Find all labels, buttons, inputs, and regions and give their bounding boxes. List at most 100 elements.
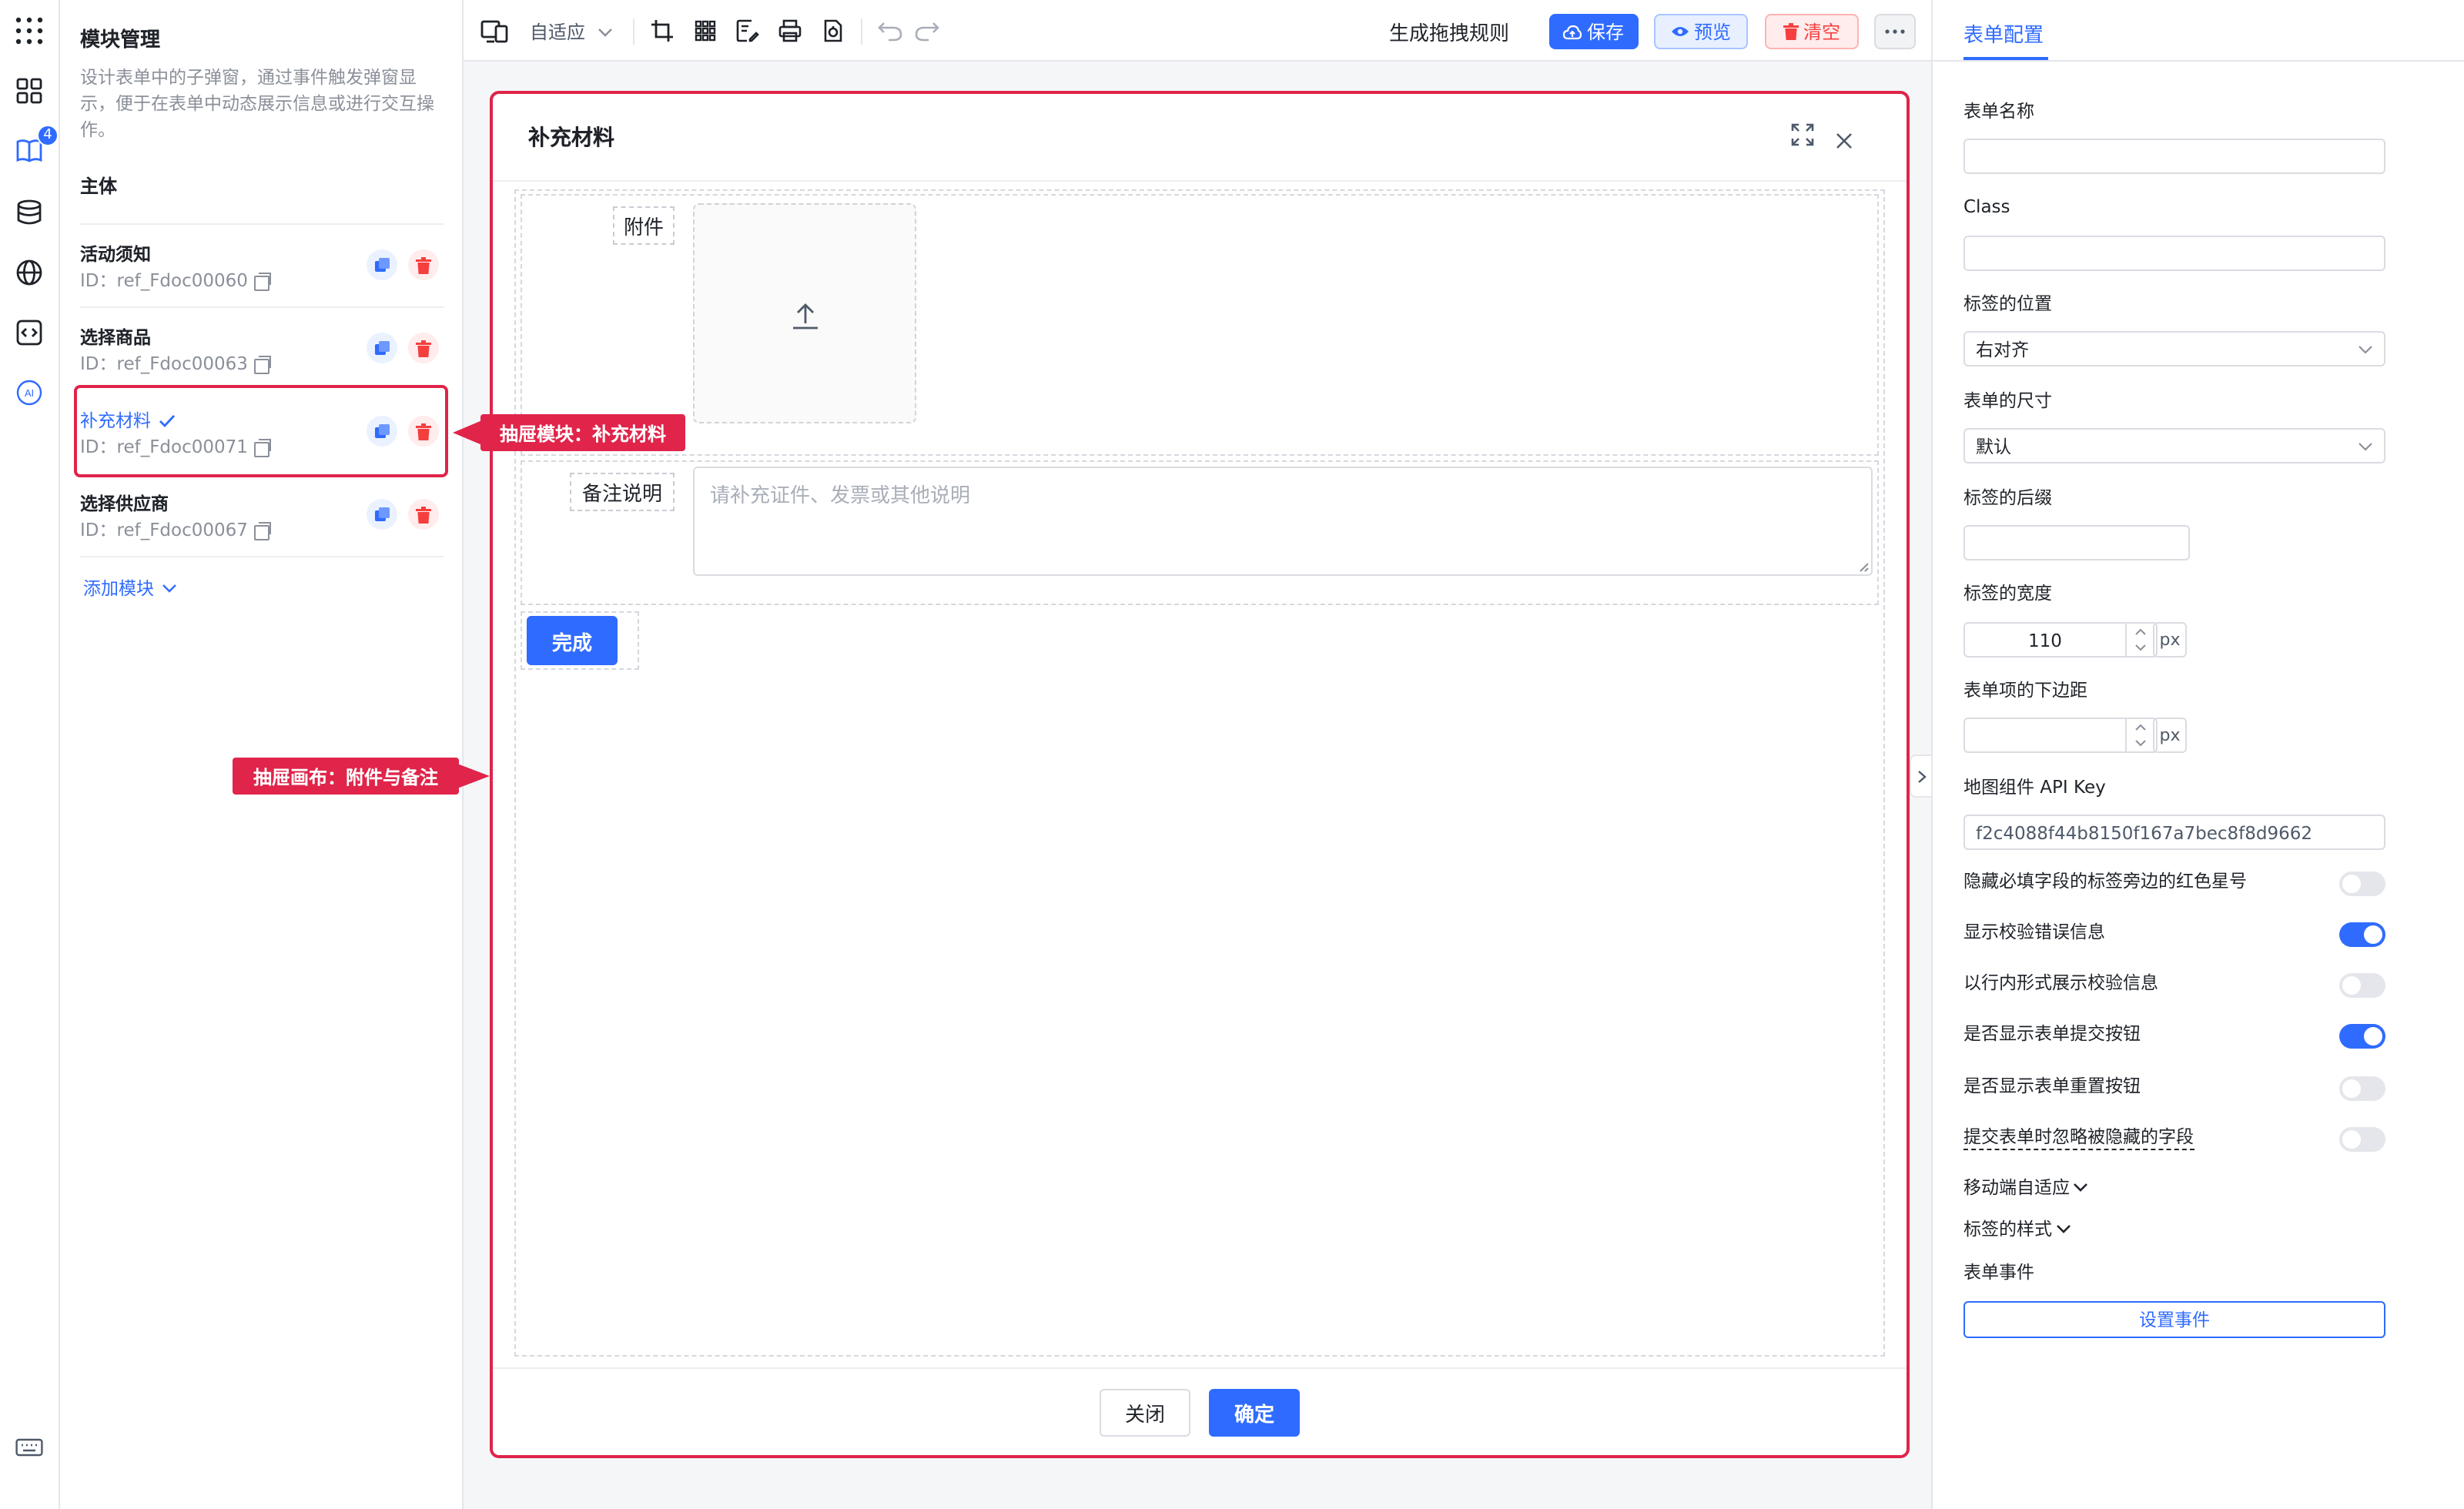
trash-icon xyxy=(416,340,431,356)
form-name-label: 表单名称 xyxy=(1964,100,2034,122)
preview-button[interactable]: 预览 xyxy=(1654,14,1748,49)
copy-icon[interactable] xyxy=(253,438,271,457)
canvas-callout: 抽屉画布：附件与备注 xyxy=(233,758,459,795)
label-width-label: 标签的宽度 xyxy=(1964,582,2052,604)
form-name-input[interactable] xyxy=(1964,139,2385,174)
module-panel-title: 模块管理 xyxy=(80,29,161,52)
duplicate-module-button[interactable] xyxy=(367,333,397,363)
database-icon[interactable] xyxy=(14,197,45,228)
label-position-label: 标签的位置 xyxy=(1964,293,2052,314)
delete-module-button[interactable] xyxy=(408,416,439,447)
divider xyxy=(80,306,444,308)
module-item-name[interactable]: 选择供应商 xyxy=(80,491,169,516)
form-events-label: 表单事件 xyxy=(1964,1261,2034,1283)
show-validation-error-switch[interactable] xyxy=(2339,922,2385,947)
unit-px: px xyxy=(2153,622,2187,657)
label-suffix-label: 标签的后缀 xyxy=(1964,487,2052,508)
trash-icon xyxy=(416,256,431,273)
form-size-select[interactable]: 默认 xyxy=(1964,428,2385,463)
undo-icon[interactable] xyxy=(876,17,904,45)
delete-module-button[interactable] xyxy=(408,499,439,530)
module-item-id: ID：ref_Fdoc00063 xyxy=(80,351,271,376)
show-reset-button-switch[interactable] xyxy=(2339,1076,2385,1101)
panel-collapse-handle[interactable] xyxy=(1910,754,1931,798)
duplicate-icon xyxy=(374,340,389,354)
toolbar-divider xyxy=(633,18,634,45)
save-button[interactable]: 保存 xyxy=(1549,14,1639,49)
label-width-stepper[interactable]: 110 xyxy=(1964,622,2158,657)
mobile-adaptive-toggle[interactable]: 移动端自适应 xyxy=(1964,1175,2088,1200)
item-margin-stepper[interactable] xyxy=(1964,718,2158,753)
switch-label: 隐藏必填字段的标签旁边的红色星号 xyxy=(1964,870,2247,892)
stepper-arrows[interactable] xyxy=(2125,719,2156,751)
form-size-label: 表单的尺寸 xyxy=(1964,390,2052,411)
label-style-toggle[interactable]: 标签的样式 xyxy=(1964,1216,2071,1241)
chevron-down-icon xyxy=(162,584,176,593)
chevron-down-icon xyxy=(2074,1183,2087,1192)
set-events-button[interactable]: 设置事件 xyxy=(1964,1301,2385,1338)
keyboard-icon[interactable] xyxy=(14,1432,45,1463)
generate-drag-rules-button[interactable]: 生成拖拽规则 xyxy=(1389,17,1509,46)
edit-document-icon[interactable] xyxy=(733,17,761,45)
device-icon[interactable] xyxy=(480,17,508,45)
map-api-key-label: 地图组件 API Key xyxy=(1964,776,2106,798)
show-submit-button-switch[interactable] xyxy=(2339,1024,2385,1049)
tab-form-config[interactable]: 表单配置 xyxy=(1964,18,2044,48)
notification-badge: 4 xyxy=(37,125,59,146)
chevron-up-icon xyxy=(2135,724,2146,731)
trash-icon xyxy=(416,423,431,440)
code-icon[interactable] xyxy=(14,317,45,348)
add-module-button[interactable]: 添加模块 xyxy=(83,576,177,601)
label-position-select[interactable]: 右对齐 xyxy=(1964,331,2385,366)
map-api-key-input[interactable]: f2c4088f44b8150f167a7bec8f8d9662 xyxy=(1964,815,2385,850)
device-mode-select[interactable]: 自适应 xyxy=(530,18,613,45)
delete-module-button[interactable] xyxy=(408,249,439,280)
duplicate-icon xyxy=(374,507,389,520)
redo-icon[interactable] xyxy=(913,17,941,45)
copy-icon[interactable] xyxy=(253,355,271,373)
inline-validation-switch[interactable] xyxy=(2339,973,2385,998)
module-item-name[interactable]: 活动须知 xyxy=(80,242,151,266)
callout-arrow-icon xyxy=(457,764,490,788)
callout-arrow-icon xyxy=(453,420,482,445)
copy-icon[interactable] xyxy=(253,521,271,540)
ignore-hidden-fields-switch[interactable] xyxy=(2339,1127,2385,1152)
icon-rail: 4 AI xyxy=(0,0,60,1509)
item-margin-label: 表单项的下边距 xyxy=(1964,679,2087,701)
module-item-name[interactable]: 选择商品 xyxy=(80,325,151,350)
export-document-icon[interactable] xyxy=(819,17,847,45)
cloud-upload-icon xyxy=(1563,24,1582,39)
more-icon xyxy=(1885,29,1905,34)
module-item-id: ID：ref_Fdoc00067 xyxy=(80,517,271,542)
switch-label: 以行内形式展示校验信息 xyxy=(1964,972,2158,993)
chevron-up-icon xyxy=(2135,628,2146,635)
duplicate-icon xyxy=(374,257,389,271)
globe-icon[interactable] xyxy=(14,257,45,288)
toolbar: 自适应 生成拖拽规则 保存 预览 清空 xyxy=(464,0,1931,62)
label-suffix-input[interactable] xyxy=(1964,525,2190,560)
stepper-arrows[interactable] xyxy=(2125,624,2156,656)
crop-frame-icon[interactable] xyxy=(648,17,676,45)
hide-required-asterisk-switch[interactable] xyxy=(2339,872,2385,896)
class-input[interactable] xyxy=(1964,236,2385,271)
grid-layout-icon[interactable] xyxy=(691,17,719,45)
label-width-value: 110 xyxy=(2028,629,2062,651)
chevron-down-icon xyxy=(2135,740,2146,747)
switch-label: 是否显示表单重置按钮 xyxy=(1964,1075,2141,1096)
more-button[interactable] xyxy=(1874,14,1916,49)
delete-module-button[interactable] xyxy=(408,333,439,363)
duplicate-module-button[interactable] xyxy=(367,499,397,530)
module-panel: 模块管理 设计表单中的子弹窗，通过事件触发弹窗显示，便于在表单中动态展示信息或进… xyxy=(60,0,464,1509)
duplicate-module-button[interactable] xyxy=(367,249,397,280)
apps-grid-icon[interactable] xyxy=(14,15,45,46)
components-icon[interactable] xyxy=(14,75,45,106)
copy-icon[interactable] xyxy=(253,272,271,290)
divider xyxy=(80,556,444,557)
switch-label: 显示校验错误信息 xyxy=(1964,921,2105,942)
clear-button[interactable]: 清空 xyxy=(1765,14,1859,49)
module-item-name[interactable]: 补充材料 xyxy=(80,408,176,433)
print-icon[interactable] xyxy=(776,17,804,45)
switch-label: 提交表单时忽略被隐藏的字段 xyxy=(1964,1124,2194,1150)
ai-assistant-icon[interactable]: AI xyxy=(14,377,45,408)
duplicate-module-button[interactable] xyxy=(367,416,397,447)
